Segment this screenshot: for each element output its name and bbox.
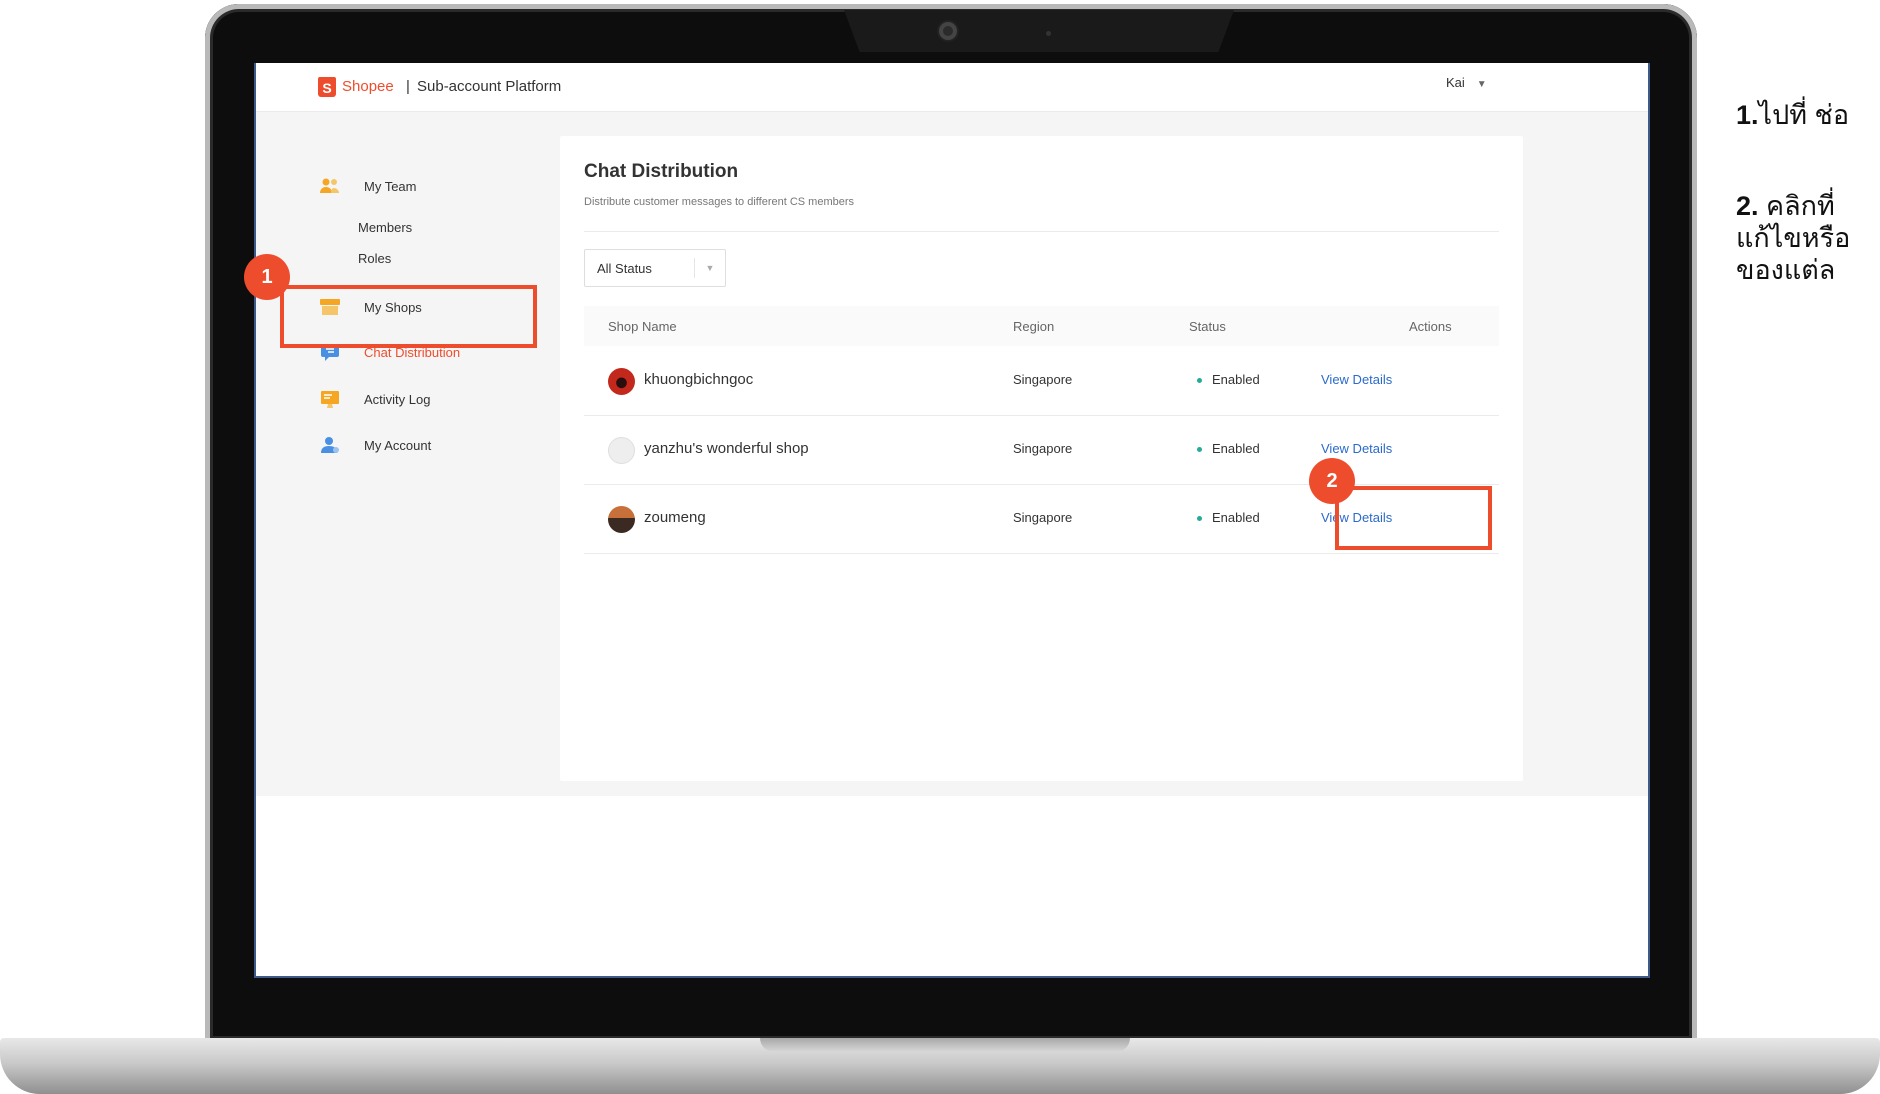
top-bar: S Shopee | Sub-account Platform Kai ▼	[256, 63, 1648, 112]
shop-name: zoumeng	[644, 509, 706, 526]
sidebar-item-label: My Account	[364, 437, 432, 453]
column-header-status: Status	[1189, 319, 1226, 334]
instruction-step2-line2: แก้ไขหรือ	[1736, 223, 1851, 253]
column-header-shop-name: Shop Name	[608, 319, 677, 334]
activity-log-icon	[318, 390, 342, 408]
region-cell: Singapore	[1013, 441, 1073, 456]
sidebar-item-label: My Team	[364, 178, 417, 194]
status-dot-icon	[1197, 516, 1202, 522]
column-header-region: Region	[1013, 319, 1055, 334]
status-text: Enabled	[1212, 510, 1260, 525]
status-text: Enabled	[1212, 372, 1260, 387]
view-details-link[interactable]: View Details	[1321, 441, 1392, 456]
shop-avatar	[608, 368, 635, 395]
status-filter-value: All Status	[597, 261, 652, 276]
sidebar: My Team Members Roles My Shops Chat Dist…	[256, 111, 521, 796]
instruction-step2: 2. คลิกที่	[1736, 190, 1835, 222]
instruction-step1: 1.ไปที่ ช่อ	[1736, 99, 1849, 131]
status-cell: Enabled	[1197, 441, 1260, 456]
highlight-box-step2	[1335, 486, 1492, 550]
page-title: Chat Distribution	[584, 161, 739, 182]
page-subtitle: Distribute customer messages to differen…	[584, 196, 855, 208]
step2-badge: 2	[1309, 458, 1355, 504]
region-cell: Singapore	[1013, 372, 1073, 387]
step1-badge: 1	[244, 254, 290, 300]
instruction-step2-line3: ของแต่ล	[1736, 255, 1836, 285]
status-dot-icon	[1197, 447, 1202, 453]
table-row: khuongbichngoc Singapore Enabled View De…	[584, 346, 1499, 416]
column-header-actions: Actions	[1409, 319, 1452, 334]
status-cell: Enabled	[1197, 510, 1260, 525]
sidebar-item-members[interactable]: Members	[358, 220, 412, 235]
divider	[584, 231, 1499, 232]
step1-text: ไปที่ ช่อ	[1758, 100, 1850, 130]
platform-title: Sub-account Platform	[417, 78, 562, 95]
sidebar-item-my-account[interactable]: My Account	[318, 434, 431, 456]
user-name[interactable]: Kai	[1446, 75, 1465, 90]
shop-name: khuongbichngoc	[644, 371, 754, 388]
shop-avatar	[608, 506, 635, 533]
account-icon	[318, 436, 342, 454]
table-header: Shop Name Region Status Actions	[584, 306, 1499, 346]
user-menu[interactable]: Kai ▼	[1446, 75, 1487, 90]
shopee-logo-icon[interactable]: S	[318, 77, 336, 97]
shop-name: yanzhu's wonderful shop	[644, 440, 809, 457]
chat-distribution-panel: Chat Distribution Distribute customer me…	[560, 136, 1523, 781]
brand-separator: |	[406, 78, 410, 95]
step2-number: 2.	[1736, 191, 1759, 221]
camera-icon	[939, 22, 957, 40]
region-cell: Singapore	[1013, 510, 1073, 525]
dropdown-arrow-icon[interactable]: ▼	[694, 258, 725, 278]
sidebar-item-activity-log[interactable]: Activity Log	[318, 388, 430, 410]
sidebar-item-roles[interactable]: Roles	[358, 251, 391, 266]
shop-avatar	[608, 437, 635, 464]
sidebar-item-label: Activity Log	[364, 391, 431, 407]
laptop-groove	[760, 1038, 1130, 1052]
table-row: yanzhu's wonderful shop Singapore Enable…	[584, 415, 1499, 485]
view-details-link[interactable]: View Details	[1321, 372, 1392, 387]
sidebar-item-my-team[interactable]: My Team	[318, 175, 417, 197]
status-filter-select[interactable]: All Status ▼	[584, 249, 726, 287]
laptop-notch	[844, 10, 1234, 52]
step2-text: คลิกที่	[1758, 191, 1835, 221]
step1-number: 1.	[1736, 100, 1759, 130]
brand-name[interactable]: Shopee	[342, 78, 394, 95]
camera-sensor	[1046, 31, 1051, 36]
chevron-down-icon[interactable]: ▼	[1477, 79, 1487, 90]
team-icon	[318, 177, 342, 195]
status-text: Enabled	[1212, 441, 1260, 456]
app-window: S Shopee | Sub-account Platform Kai ▼ My …	[256, 63, 1648, 796]
status-cell: Enabled	[1197, 372, 1260, 387]
status-dot-icon	[1197, 378, 1202, 384]
highlight-box-step1	[280, 285, 537, 348]
